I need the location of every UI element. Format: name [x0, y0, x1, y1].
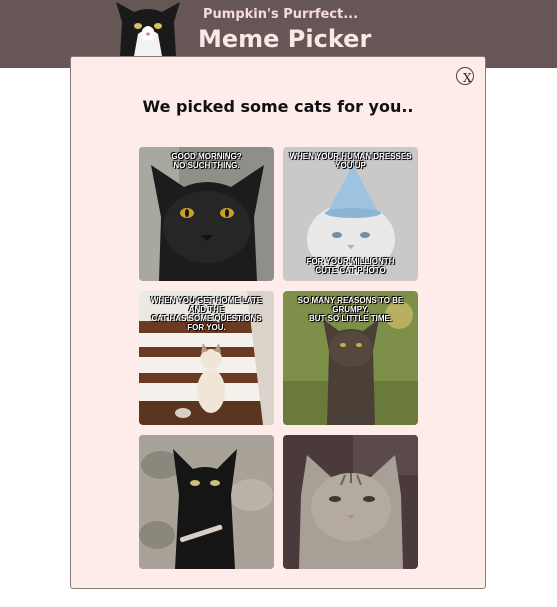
meme-image-5[interactable]: [139, 435, 274, 569]
meme-image-3[interactable]: WHEN YOU GET HOME LATE AND THE CAT HAS S…: [139, 291, 274, 425]
close-button[interactable]: X: [456, 67, 474, 85]
meme-caption-top: SO MANY REASONS TO BE GRUMPY. BUT SO LIT…: [297, 296, 404, 323]
meme-image-4[interactable]: SO MANY REASONS TO BE GRUMPY. BUT SO LIT…: [283, 291, 418, 425]
brand-subtitle: Pumpkin's Purrfect...: [203, 7, 359, 22]
meme-grid: GOOD MORNING? NO SUCH THING. WHEN YOUR H…: [139, 147, 418, 569]
meme-modal: X We picked some cats for you.. GOOD MOR…: [70, 56, 486, 589]
meme-caption-top: WHEN YOU GET HOME LATE AND THE CAT HAS S…: [150, 296, 263, 332]
modal-heading: We picked some cats for you..: [142, 97, 414, 116]
brand-title: Meme Picker: [198, 25, 372, 53]
meme-image-6[interactable]: [283, 435, 418, 569]
meme-caption-top: WHEN YOUR HUMAN DRESSES YOU UP: [289, 152, 412, 170]
meme-image-2[interactable]: WHEN YOUR HUMAN DRESSES YOU UP FOR YOUR …: [283, 147, 418, 281]
meme-caption-top: GOOD MORNING? NO SUCH THING.: [171, 152, 242, 170]
meme-caption-bottom: FOR YOUR MILLIONTH CUTE CAT PHOTO: [306, 257, 395, 275]
tuxedo-cat-logo: [112, 0, 184, 56]
meme-image-1[interactable]: GOOD MORNING? NO SUCH THING.: [139, 147, 274, 281]
